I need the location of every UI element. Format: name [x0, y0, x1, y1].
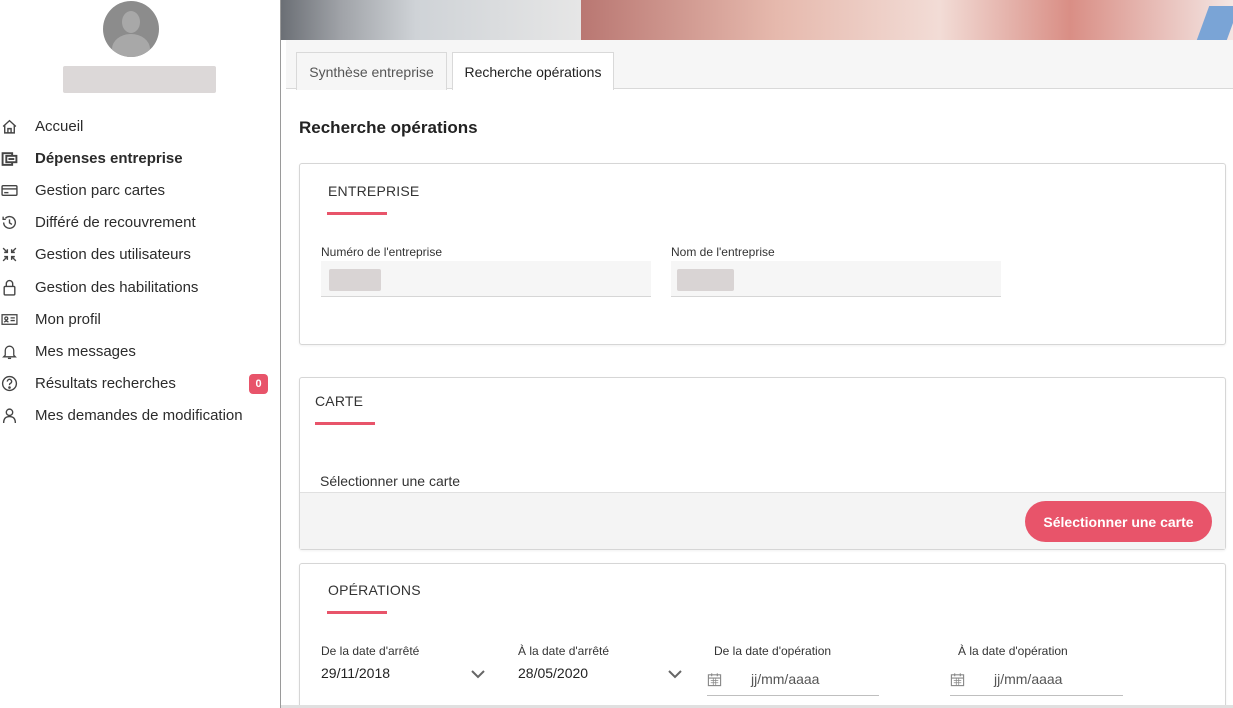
credit-card-icon — [0, 181, 18, 199]
sidebar-item-resultats[interactable]: Résultats recherches 0 — [0, 368, 280, 400]
sidebar-item-label: Mon profil — [35, 310, 101, 328]
id-card-icon — [0, 310, 18, 328]
date-arrete-from-label: De la date d'arrêté — [321, 644, 420, 658]
sidebar-item-habilitations[interactable]: Gestion des habilitations — [0, 271, 280, 303]
sidebar-item-label: Mes messages — [35, 342, 136, 360]
carte-card-title: CARTE — [315, 393, 364, 409]
sidebar-item-label: Gestion parc cartes — [35, 181, 166, 199]
history-icon — [0, 214, 18, 232]
avatar-head-shape — [122, 11, 140, 33]
carte-card-footer: Sélectionner une carte — [300, 492, 1225, 549]
chevron-down-icon[interactable] — [668, 669, 682, 679]
avatar[interactable] — [103, 1, 159, 57]
sidebar-item-label: Différé de recouvrement — [35, 214, 196, 232]
page-title: Recherche opérations — [299, 118, 478, 137]
operations-card-title: OPÉRATIONS — [328, 582, 421, 598]
numero-entreprise-label: Numéro de l'entreprise — [321, 245, 443, 259]
nom-entreprise-label: Nom de l'entreprise — [671, 245, 775, 259]
sidebar-item-demandes[interactable]: Mes demandes de modification — [0, 400, 280, 432]
sidebar-item-messages[interactable]: Mes messages — [0, 335, 280, 367]
results-count-badge: 0 — [249, 373, 268, 394]
users-compress-icon — [0, 246, 18, 264]
select-card-prompt: Sélectionner une carte — [320, 473, 461, 489]
sidebar-item-label: Gestion des utilisateurs — [35, 246, 191, 264]
sidebar-item-accueil[interactable]: Accueil — [0, 110, 280, 142]
date-operation-from-placeholder: jj/mm/aaaa — [751, 671, 820, 687]
date-arrete-to-label: À la date d'arrêté — [518, 644, 610, 658]
sidebar-item-label: Accueil — [35, 117, 84, 135]
chevron-down-icon[interactable] — [471, 669, 485, 679]
tab-recherche-operations[interactable]: Recherche opérations — [452, 52, 614, 90]
banner-left-photo — [281, 0, 581, 40]
numero-entreprise-field — [321, 261, 651, 297]
entreprise-card: ENTREPRISE Numéro de l'entreprise Nom de… — [299, 163, 1226, 345]
carte-title-underline — [315, 422, 375, 425]
carte-card: CARTE Sélectionner une carte Sélectionne… — [299, 377, 1226, 550]
header-banner-image — [281, 0, 1233, 40]
nom-entreprise-value-redacted — [677, 269, 734, 291]
entreprise-title-underline — [327, 212, 387, 215]
date-arrete-from-value[interactable]: 29/11/2018 — [321, 665, 390, 681]
sidebar-item-cartes[interactable]: Gestion parc cartes — [0, 174, 280, 206]
tab-synthese-entreprise[interactable]: Synthèse entreprise — [296, 52, 447, 90]
sidebar-item-label: Gestion des habilitations — [35, 278, 199, 296]
entreprise-card-title: ENTREPRISE — [328, 183, 420, 199]
sidebar-item-label: Résultats recherches — [35, 375, 176, 393]
date-operation-from-label: De la date d'opération — [714, 644, 832, 658]
sidebar-item-depenses[interactable]: Dépenses entreprise — [0, 142, 280, 174]
date-arrete-to-value[interactable]: 28/05/2020 — [518, 665, 588, 681]
sidebar: Accueil Dépenses entreprise Gestion parc… — [0, 0, 281, 708]
date-operation-to-field[interactable]: jj/mm/aaaa — [950, 664, 1123, 696]
sidebar-item-profil[interactable]: Mon profil — [0, 303, 280, 335]
sidebar-item-utilisateurs[interactable]: Gestion des utilisateurs — [0, 239, 280, 271]
expenses-icon — [0, 149, 18, 167]
select-card-button[interactable]: Sélectionner une carte — [1025, 501, 1212, 542]
calendar-icon — [950, 673, 965, 687]
question-circle-icon — [0, 375, 18, 393]
operations-title-underline — [327, 611, 387, 614]
bell-icon — [0, 342, 18, 360]
banner-right-photo — [581, 0, 1233, 40]
date-operation-from-field[interactable]: jj/mm/aaaa — [707, 664, 879, 696]
sidebar-nav: Accueil Dépenses entreprise Gestion parc… — [0, 110, 280, 432]
tab-bar: Synthèse entreprise Recherche opérations — [286, 40, 1233, 90]
date-operation-to-label: À la date d'opération — [958, 644, 1068, 658]
lock-icon — [0, 278, 18, 296]
sidebar-item-label: Dépenses entreprise — [35, 149, 183, 167]
nom-entreprise-field — [671, 261, 1001, 297]
operations-card: OPÉRATIONS De la date d'arrêté 29/11/201… — [299, 563, 1226, 708]
numero-entreprise-value-redacted — [329, 269, 381, 291]
sidebar-item-differe[interactable]: Différé de recouvrement — [0, 207, 280, 239]
avatar-body-shape — [112, 34, 150, 57]
user-icon — [0, 407, 18, 425]
home-icon — [0, 117, 18, 135]
username-redacted — [63, 66, 216, 93]
date-operation-to-placeholder: jj/mm/aaaa — [994, 671, 1063, 687]
sidebar-item-label: Mes demandes de modification — [35, 407, 243, 425]
calendar-icon — [707, 673, 722, 687]
